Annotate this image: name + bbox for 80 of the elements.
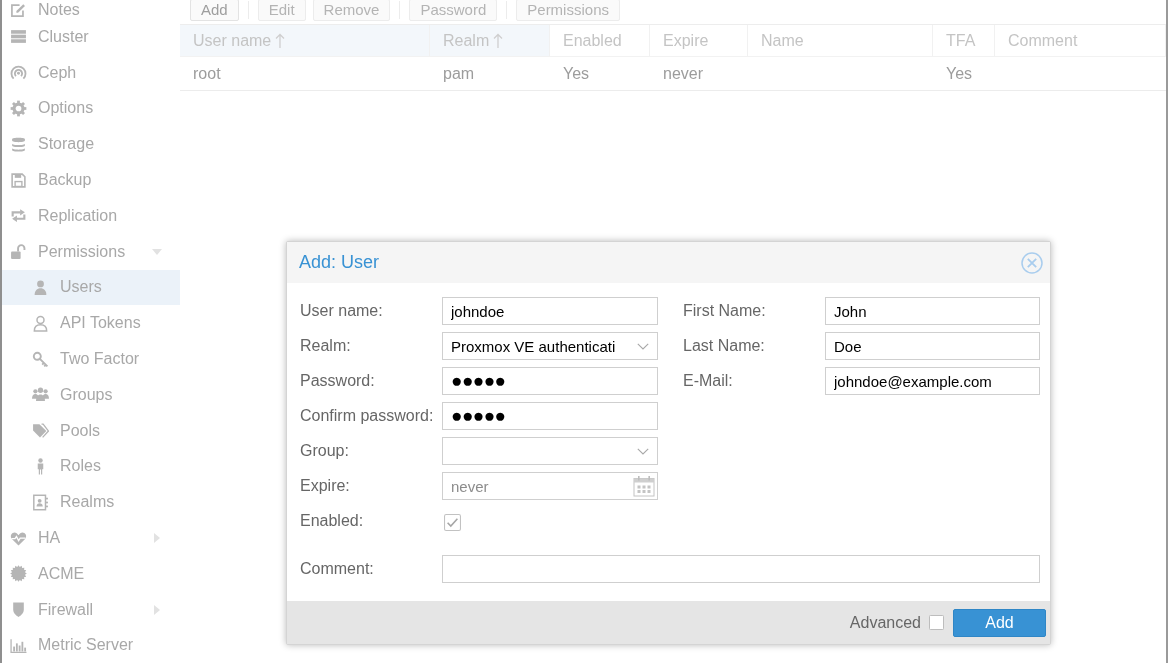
concentric-arcs-icon: [10, 64, 27, 82]
nav-item[interactable]: API Tokens: [2, 305, 180, 342]
caret-icon[interactable]: [152, 533, 162, 544]
nav-item[interactable]: Firewall: [2, 591, 180, 628]
nav-item[interactable]: Cluster: [2, 19, 180, 55]
nav-item[interactable]: HA: [2, 520, 180, 556]
table-cell-text: root: [192, 63, 222, 84]
table-cell-text: never: [662, 63, 705, 84]
nav-item[interactable]: Storage: [2, 126, 180, 163]
field-label: Group:: [300, 442, 350, 460]
field-label: Last Name:: [683, 337, 766, 355]
nav-item[interactable]: ACME: [2, 555, 180, 592]
nav-item[interactable]: Two Factor: [2, 341, 180, 377]
column-header[interactable]: TFA: [933, 25, 995, 56]
sort-arrow-icon: [275, 32, 286, 49]
unlocked-padlock-icon: [10, 243, 27, 261]
column-header[interactable]: Expire: [650, 25, 748, 56]
checkbox[interactable]: [929, 615, 944, 630]
shield-icon: [10, 601, 27, 619]
seal-badge-icon: [10, 565, 27, 583]
text-field[interactable]: Doe: [825, 332, 1040, 360]
column-header[interactable]: Name: [748, 25, 933, 56]
date-field[interactable]: never: [442, 472, 658, 500]
nav-item[interactable]: Backup: [2, 162, 180, 198]
toolbar-button[interactable]: Add: [190, 0, 239, 21]
table-cell-text: pam: [442, 63, 476, 84]
nav-item[interactable]: Permissions: [2, 233, 180, 270]
field-label: First Name:: [683, 302, 767, 320]
password-field[interactable]: ●●●●●: [442, 367, 658, 395]
table-cell-text: Yes: [562, 63, 591, 84]
bar-chart-icon: [10, 636, 27, 654]
text-field[interactable]: johndoe@example.com: [825, 367, 1040, 395]
password-field[interactable]: ●●●●●: [442, 402, 658, 430]
caret-icon[interactable]: [152, 604, 162, 615]
field-label: Realm:: [300, 337, 352, 355]
field-label: Password:: [300, 372, 376, 390]
close-icon[interactable]: [1021, 251, 1043, 274]
field-label: User name:: [300, 302, 384, 320]
repeat-arrows-icon: [10, 207, 27, 225]
address-book-icon: [32, 493, 49, 511]
tags-icon: [32, 422, 49, 440]
text-field[interactable]: John: [825, 297, 1040, 325]
dropdown[interactable]: Proxmox VE authenticati: [442, 332, 658, 360]
nav-item[interactable]: Groups: [2, 376, 180, 413]
field-label: Comment:: [300, 560, 375, 578]
nav-item[interactable]: Users: [2, 269, 180, 306]
caret-icon[interactable]: [152, 246, 162, 257]
field-label: Enabled:: [300, 512, 365, 530]
chevron-down-icon[interactable]: [637, 448, 649, 455]
field-label: Expire:: [300, 477, 351, 495]
text-field[interactable]: johndoe: [442, 297, 658, 325]
nav-item[interactable]: Metric Server: [2, 627, 180, 663]
key-icon: [32, 350, 49, 368]
nav-item[interactable]: Roles: [2, 448, 180, 485]
nav-item[interactable]: Realms: [2, 484, 180, 521]
user-icon: [32, 278, 49, 296]
field-label: Confirm password:: [300, 407, 435, 425]
dialog-title: Add: User: [299, 252, 380, 273]
text-field[interactable]: [442, 555, 1040, 583]
nav-item[interactable]: Ceph: [2, 54, 180, 91]
field-label: E-Mail:: [683, 372, 734, 390]
chevron-down-icon[interactable]: [637, 343, 649, 350]
nav-item[interactable]: Options: [2, 90, 180, 127]
dropdown[interactable]: [442, 437, 658, 465]
sort-arrow-icon: [493, 32, 504, 49]
checkbox[interactable]: [444, 513, 461, 531]
column-header[interactable]: Enabled: [550, 25, 650, 56]
add-button[interactable]: Add: [953, 608, 1046, 637]
column-header[interactable]: Comment: [995, 25, 1166, 56]
nav-item[interactable]: Replication: [2, 198, 180, 234]
checkbox-label: Advanced: [849, 613, 921, 632]
nav-item[interactable]: Notes: [2, 0, 180, 19]
calendar-icon[interactable]: [633, 475, 655, 497]
user-group-icon: [32, 386, 49, 404]
table-cell-text: Yes: [945, 63, 974, 84]
user-outline-icon: [32, 314, 49, 332]
database-icon: [10, 135, 27, 153]
server-icon: [10, 28, 27, 46]
gear-icon: [10, 100, 27, 117]
nav-item[interactable]: Pools: [2, 412, 180, 449]
